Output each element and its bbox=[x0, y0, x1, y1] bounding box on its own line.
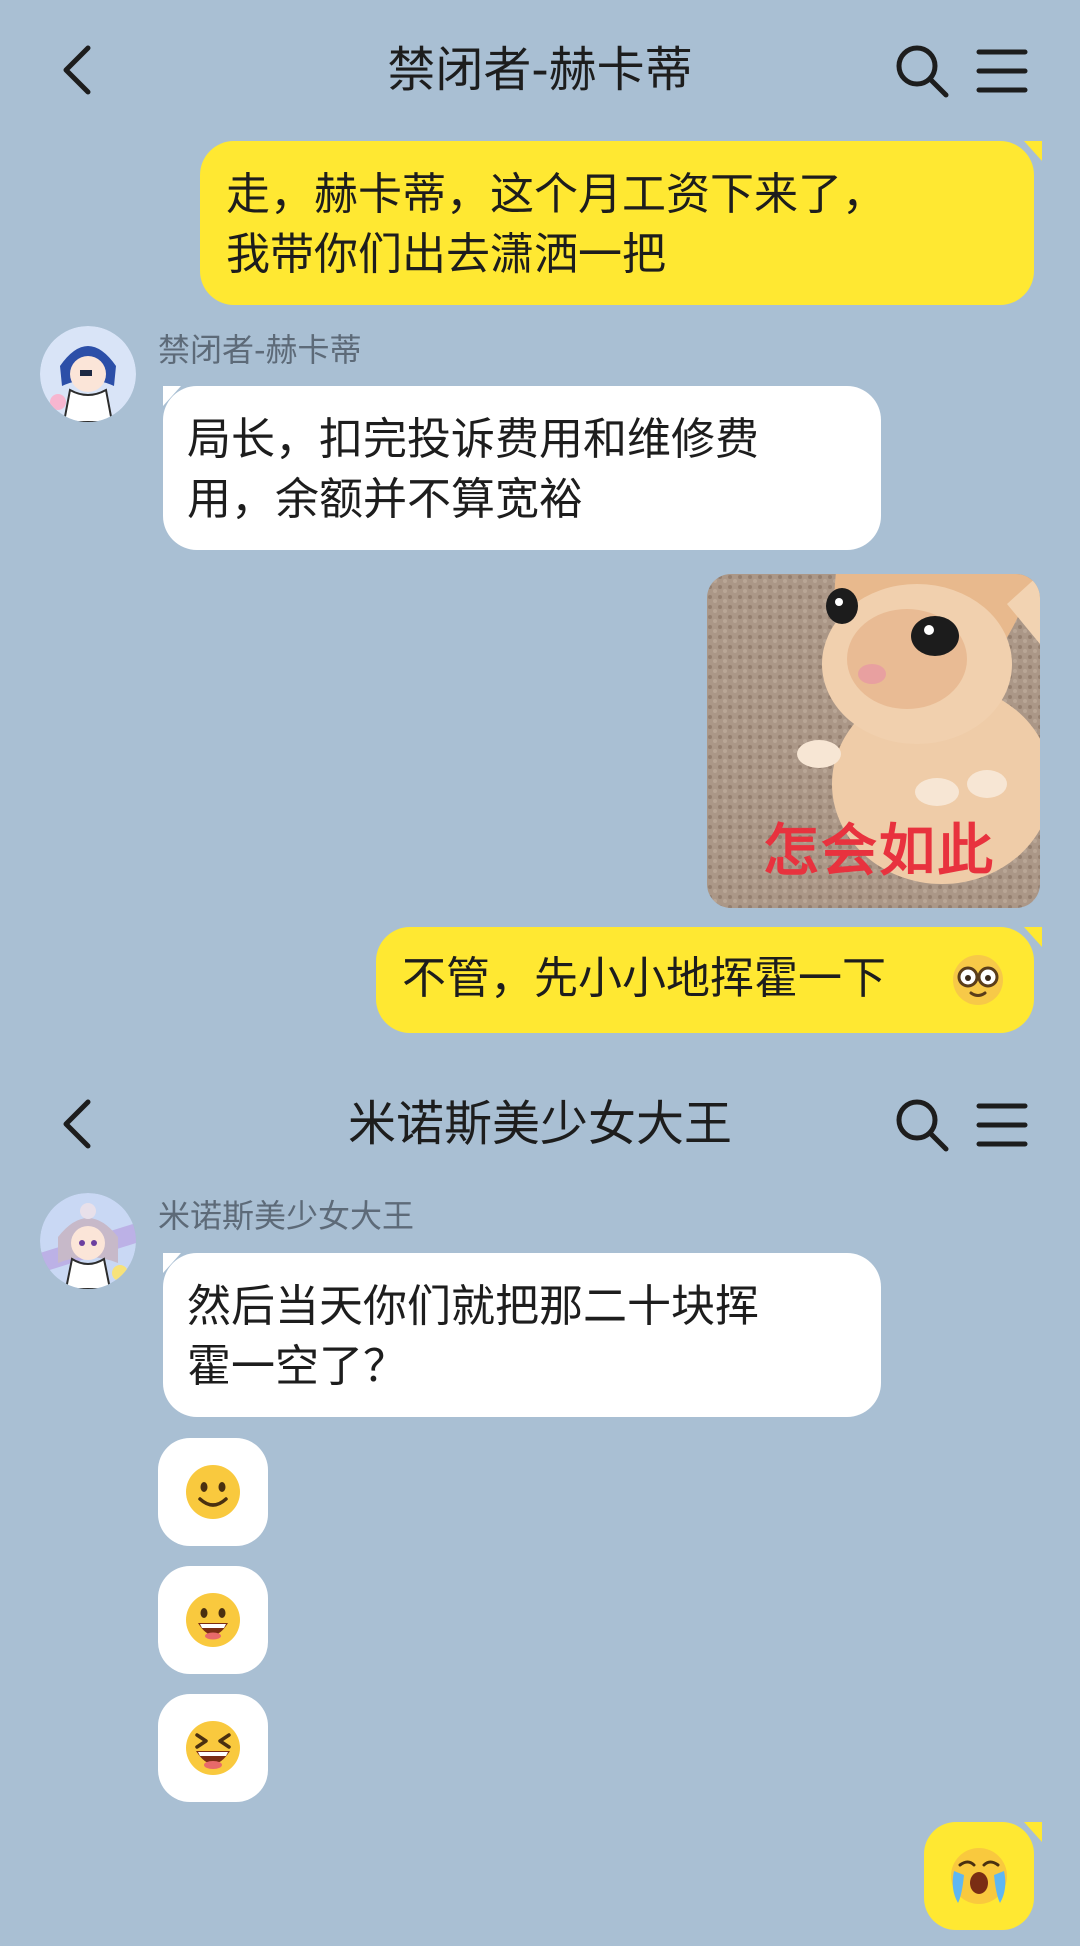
sender-name: 禁闭者-赫卡蒂 bbox=[158, 331, 362, 369]
image-message[interactable]: 怎会如此 bbox=[707, 574, 1040, 908]
back-arrow-icon[interactable] bbox=[52, 1096, 108, 1152]
my-emoji-message[interactable] bbox=[924, 1822, 1034, 1930]
slight-smile-emoji-icon bbox=[186, 1465, 240, 1519]
search-icon[interactable] bbox=[893, 1096, 951, 1154]
message-text-line: 走，赫卡蒂，这个月工资下来了， bbox=[226, 169, 886, 220]
my-message-bubble[interactable]: 不管，先小小地挥霍一下 bbox=[376, 927, 1034, 1033]
laughing-squint-emoji-icon bbox=[186, 1721, 240, 1775]
nerd-glasses-emoji-icon bbox=[953, 955, 1003, 1005]
sender-name: 米诺斯美少女大王 bbox=[158, 1197, 415, 1235]
chat-title: 禁闭者-赫卡蒂 bbox=[387, 42, 693, 98]
message-text-line: 用，余额并不算宽裕 bbox=[187, 474, 583, 525]
bubble-tail bbox=[163, 1253, 181, 1273]
grin-emoji-icon bbox=[186, 1593, 240, 1647]
chat-header-2: 米诺斯美少女大王 bbox=[0, 1074, 1080, 1174]
menu-icon[interactable] bbox=[975, 44, 1029, 98]
bubble-tail bbox=[1024, 927, 1042, 947]
bubble-tail bbox=[1024, 141, 1042, 161]
image-caption: 怎会如此 bbox=[763, 819, 995, 884]
crying-scream-emoji-icon bbox=[951, 1848, 1007, 1904]
their-message-bubble[interactable]: 然后当天你们就把那二十块挥 霍一空了？ bbox=[163, 1253, 881, 1417]
message-text-line: 局长，扣完投诉费用和维修费 bbox=[187, 414, 759, 465]
message-text-line: 霍一空了？ bbox=[187, 1341, 407, 1392]
chat-title: 米诺斯美少女大王 bbox=[347, 1096, 732, 1152]
emoji-message[interactable] bbox=[158, 1566, 268, 1674]
search-icon[interactable] bbox=[893, 42, 951, 100]
my-message-bubble[interactable]: 走，赫卡蒂，这个月工资下来了， 我带你们出去潇洒一把 bbox=[200, 141, 1034, 305]
emoji-message[interactable] bbox=[158, 1438, 268, 1546]
chat-header-1: 禁闭者-赫卡蒂 bbox=[0, 20, 1080, 120]
message-text-line: 然后当天你们就把那二十块挥 bbox=[187, 1281, 759, 1332]
their-message-bubble[interactable]: 局长，扣完投诉费用和维修费 用，余额并不算宽裕 bbox=[163, 386, 881, 550]
message-text: 不管，先小小地挥霍一下 bbox=[402, 953, 886, 1004]
message-text-line: 我带你们出去潇洒一把 bbox=[226, 229, 666, 280]
menu-icon[interactable] bbox=[975, 1098, 1029, 1152]
bubble-tail bbox=[1024, 1822, 1042, 1842]
back-arrow-icon[interactable] bbox=[52, 42, 108, 98]
bubble-tail bbox=[163, 386, 181, 406]
avatar[interactable] bbox=[40, 1193, 136, 1289]
emoji-message[interactable] bbox=[158, 1694, 268, 1802]
avatar[interactable] bbox=[40, 326, 136, 422]
